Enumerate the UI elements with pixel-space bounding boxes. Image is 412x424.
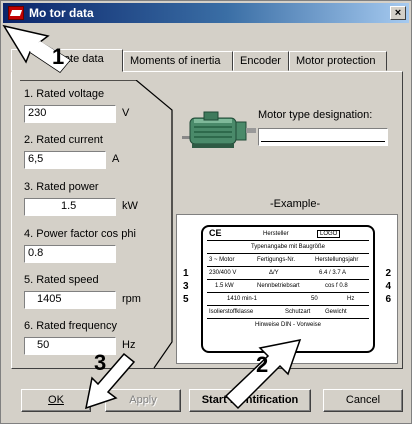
- callout-1: 1: [52, 44, 65, 69]
- callout-3: 3: [94, 350, 107, 375]
- callout-2: 2: [256, 352, 269, 377]
